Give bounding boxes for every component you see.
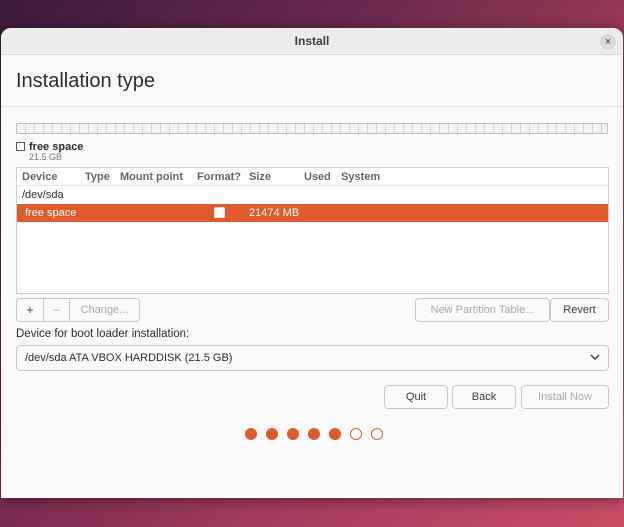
- progress-dot-complete: [329, 428, 341, 440]
- column-header-used[interactable]: Used: [304, 171, 331, 183]
- free-space-swatch: [16, 142, 25, 151]
- change-partition-button[interactable]: Change...: [70, 299, 139, 321]
- table-row-device[interactable]: /dev/sda: [17, 186, 608, 204]
- row-size: 21474 MB: [249, 207, 300, 219]
- chevron-down-icon: [590, 351, 600, 366]
- new-partition-table-button[interactable]: New Partition Table...: [415, 298, 550, 322]
- device-name: /dev/sda: [22, 189, 64, 201]
- column-header-system[interactable]: System: [341, 171, 380, 183]
- progress-dot-pending: [371, 428, 383, 440]
- partition-table: Device Type Mount point Format? Size Use…: [16, 167, 609, 294]
- back-button[interactable]: Back: [452, 385, 516, 409]
- progress-dot-complete: [266, 428, 278, 440]
- disk-usage-bar: [16, 123, 608, 134]
- partition-edit-buttons: + – Change...: [16, 298, 140, 322]
- installer-window: Install × Installation type free space 2…: [1, 28, 623, 498]
- progress-dot-complete: [245, 428, 257, 440]
- install-now-button[interactable]: Install Now: [521, 385, 609, 409]
- page-title: Installation type: [16, 70, 155, 92]
- table-row[interactable]: free space 21474 MB: [17, 204, 608, 222]
- progress-dots: [245, 428, 383, 440]
- column-header-format[interactable]: Format?: [197, 171, 241, 183]
- column-header-mount-point[interactable]: Mount point: [120, 171, 183, 183]
- boot-loader-label: Device for boot loader installation:: [16, 328, 190, 340]
- column-header-size[interactable]: Size: [249, 171, 271, 183]
- header: Installation type: [1, 55, 623, 107]
- quit-button[interactable]: Quit: [384, 385, 448, 409]
- window-title: Install: [294, 34, 330, 48]
- boot-loader-value: /dev/sda ATA VBOX HARDDISK (21.5 GB): [25, 352, 233, 364]
- add-partition-button[interactable]: +: [17, 299, 44, 321]
- table-header: Device Type Mount point Format? Size Use…: [17, 168, 608, 186]
- progress-dot-complete: [308, 428, 320, 440]
- revert-button[interactable]: Revert: [550, 298, 609, 322]
- close-icon[interactable]: ×: [600, 34, 616, 50]
- progress-dot-pending: [350, 428, 362, 440]
- legend-size: 21.5 GB: [29, 152, 63, 162]
- column-header-device[interactable]: Device: [22, 171, 57, 183]
- progress-dot-complete: [287, 428, 299, 440]
- desktop-background: [0, 498, 624, 527]
- boot-loader-select[interactable]: /dev/sda ATA VBOX HARDDISK (21.5 GB): [16, 345, 609, 371]
- row-device-label: free space: [25, 207, 77, 219]
- column-header-type[interactable]: Type: [85, 171, 110, 183]
- title-bar: Install ×: [1, 28, 623, 55]
- disk-legend: free space 21.5 GB: [16, 139, 83, 162]
- format-checkbox[interactable]: [214, 207, 225, 218]
- remove-partition-button[interactable]: –: [44, 299, 70, 321]
